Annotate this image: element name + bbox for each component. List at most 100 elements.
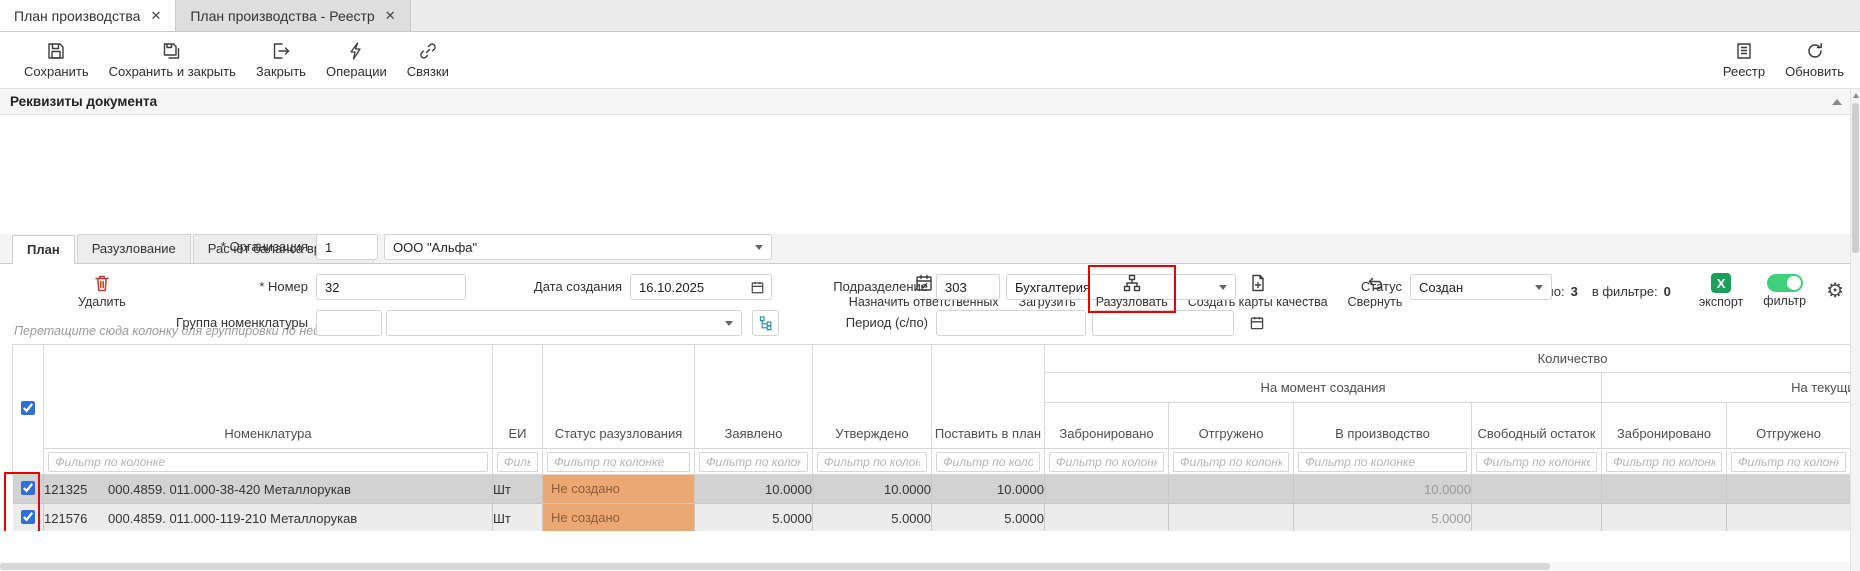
column-header-shipped-current[interactable]: Отгружено: [1727, 403, 1851, 449]
toggle-knob: [1787, 276, 1801, 290]
division-code-field[interactable]: [936, 274, 1000, 300]
row-checkbox[interactable]: [21, 510, 35, 524]
nomenclature-group-label: Группа номенклатуры: [80, 310, 308, 336]
period-calendar-button[interactable]: [1244, 310, 1270, 336]
filter-input-unit[interactable]: [497, 452, 538, 472]
filter-toggle[interactable]: фильтр: [1763, 274, 1806, 308]
filter-input-reserved[interactable]: [1049, 452, 1164, 472]
window-tab-label: План производства - Реестр: [190, 8, 374, 24]
filter-input-declared[interactable]: [699, 452, 808, 472]
group-header-at-creation: На момент создания: [1045, 373, 1602, 403]
document-form: * Организация ООО "Альфа" * Номер Дата с…: [0, 115, 1860, 234]
window-tab-plan[interactable]: План производства ✕: [0, 0, 176, 31]
organization-select[interactable]: ООО "Альфа": [384, 234, 772, 260]
horizontal-scrollbar[interactable]: [0, 562, 1850, 571]
column-header-explode-status[interactable]: Статус разузлования: [543, 345, 695, 449]
document-plus-icon: [1248, 273, 1268, 293]
row-code: 121325: [44, 482, 108, 497]
filter-input-reserved-current[interactable]: [1606, 452, 1722, 472]
vertical-scrollbar-thumb[interactable]: [1852, 103, 1859, 253]
organization-label: * Организация: [80, 234, 308, 260]
column-header-nomenclature[interactable]: Номенклатура: [44, 345, 493, 449]
chevron-down-icon: [755, 245, 763, 250]
view-tab-plan[interactable]: План: [12, 235, 75, 264]
number-field[interactable]: [316, 274, 466, 300]
collapse-chevron-icon[interactable]: [1832, 99, 1842, 105]
filter-input-in-production[interactable]: [1298, 452, 1467, 472]
status-select[interactable]: Создан: [1410, 274, 1552, 300]
calendar-icon: [1249, 315, 1265, 331]
registry-button[interactable]: Реестр: [1723, 41, 1765, 79]
filtered-counter-value: 0: [1664, 284, 1671, 299]
filter-input-approved[interactable]: [817, 452, 927, 472]
main-toolbar: Сохранить Сохранить и закрыть Закрыть Оп…: [0, 32, 1860, 89]
filter-input-free-balance[interactable]: [1476, 452, 1597, 472]
chevron-down-icon: [725, 321, 733, 326]
creation-date-field[interactable]: 16.10.2025: [630, 274, 772, 300]
table-row[interactable]: 121325000.4859. 011.000-38-420 Металлору…: [13, 475, 1860, 504]
row-name: 000.4859. 011.000-119-210 Металлорукав: [108, 511, 357, 526]
cell-declared: 5.0000: [695, 504, 813, 532]
window-tab-plan-registry[interactable]: План производства - Реестр ✕: [176, 0, 410, 31]
cell-declared: 10.0000: [695, 475, 813, 504]
close-icon[interactable]: ✕: [385, 8, 396, 24]
status-badge: Не создано: [543, 504, 694, 531]
scroll-up-arrow-icon[interactable]: [1853, 93, 1859, 98]
status-label: Статус: [1310, 274, 1402, 300]
nomenclature-group-select[interactable]: [386, 310, 742, 336]
group-header-at-current: На текущий момент: [1602, 373, 1860, 403]
save-icon: [46, 41, 66, 61]
document-section-header: Реквизиты документа: [0, 89, 1860, 115]
filter-input-to-plan[interactable]: [936, 452, 1040, 472]
column-header-to-plan[interactable]: Поставить в план: [932, 345, 1045, 449]
filter-input-shipped[interactable]: [1173, 452, 1289, 472]
filter-input-shipped-current[interactable]: [1731, 452, 1846, 472]
filter-input-explode-status[interactable]: [547, 452, 690, 472]
select-all-checkbox[interactable]: [21, 401, 35, 415]
toggle-on-icon[interactable]: [1767, 274, 1803, 292]
nomenclature-group-code-field[interactable]: [316, 310, 382, 336]
operations-button[interactable]: Операции: [326, 41, 387, 79]
chain-link-icon: [418, 41, 438, 61]
table-row[interactable]: 121576000.4859. 011.000-119-210 Металлор…: [13, 504, 1860, 532]
close-button[interactable]: Закрыть: [256, 41, 306, 79]
save-and-close-icon: [162, 41, 182, 61]
horizontal-scrollbar-thumb[interactable]: [0, 563, 1550, 570]
excel-export-icon: X: [1711, 273, 1731, 293]
row-code: 121576: [44, 511, 108, 526]
group-header-quantity: Количество: [1045, 345, 1860, 373]
row-checkbox[interactable]: [21, 481, 35, 495]
selected-counter-value: 3: [1571, 284, 1578, 299]
sitemap-icon: [1122, 273, 1142, 293]
column-header-free-balance[interactable]: Свободный остаток: [1472, 403, 1602, 449]
refresh-icon: [1805, 41, 1825, 61]
vertical-scrollbar[interactable]: [1850, 89, 1860, 571]
period-from-field[interactable]: [936, 310, 1086, 336]
column-header-in-production[interactable]: В производство: [1294, 403, 1472, 449]
period-to-field[interactable]: [1092, 310, 1234, 336]
column-header-shipped[interactable]: Отгружено: [1169, 403, 1294, 449]
cell-to-plan: 10.0000: [932, 475, 1045, 504]
save-and-close-button[interactable]: Сохранить и закрыть: [109, 41, 236, 79]
settings-gear-button[interactable]: ⚙: [1826, 281, 1844, 301]
refresh-button[interactable]: Обновить: [1785, 41, 1844, 79]
plan-grid: Номенклатура ЕИ Статус разузлования Заяв…: [0, 344, 1860, 531]
column-header-reserved[interactable]: Забронировано: [1045, 403, 1169, 449]
explode-button[interactable]: Разузловать: [1096, 273, 1168, 309]
save-button[interactable]: Сохранить: [24, 41, 89, 79]
links-button[interactable]: Связки: [407, 41, 449, 79]
column-header-approved[interactable]: Утверждено: [813, 345, 932, 449]
organization-code-field[interactable]: [316, 234, 378, 260]
column-header-declared[interactable]: Заявлено: [695, 345, 813, 449]
registry-icon: [1734, 41, 1754, 61]
close-icon[interactable]: ✕: [150, 8, 161, 24]
column-header-unit[interactable]: ЕИ: [493, 345, 543, 449]
export-button[interactable]: X экспорт: [1699, 273, 1743, 309]
number-label: * Номер: [80, 274, 308, 300]
chevron-down-icon: [1535, 285, 1543, 290]
select-all-cell: [13, 345, 44, 475]
row-unit: Шт: [493, 504, 543, 532]
column-header-reserved-current[interactable]: Забронировано: [1602, 403, 1727, 449]
filter-input-nomenclature[interactable]: [48, 452, 488, 472]
filtered-counter-label: в фильтре:: [1592, 284, 1658, 299]
